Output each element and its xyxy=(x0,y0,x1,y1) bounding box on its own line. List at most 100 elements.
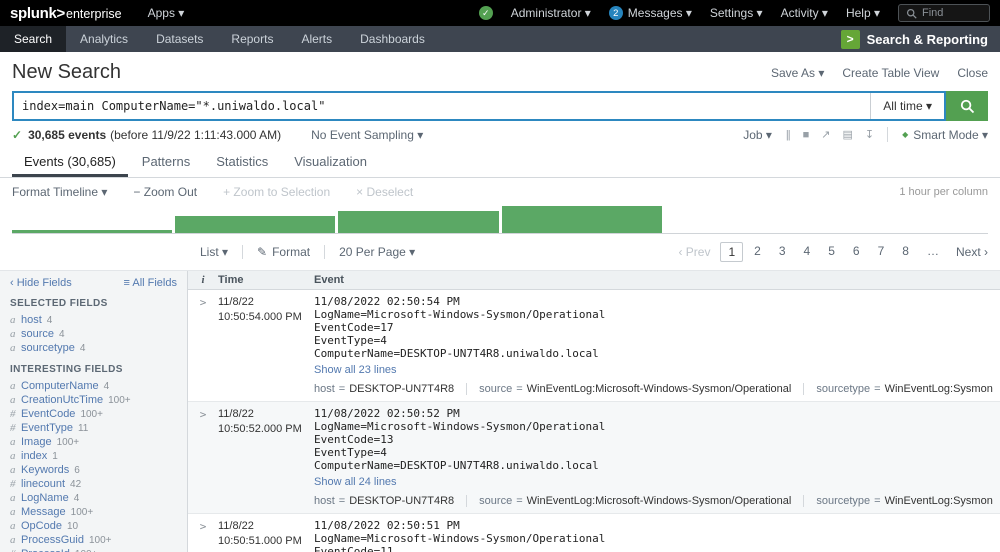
administrator-menu[interactable]: Administrator ▾ xyxy=(511,6,591,20)
event-field-value[interactable]: WinEventLog:Sysmon xyxy=(885,495,993,507)
find-input[interactable] xyxy=(922,7,982,19)
event-field-value[interactable]: DESKTOP-UN7T4R8 xyxy=(349,383,454,395)
page-number-button[interactable]: 1 xyxy=(720,242,743,262)
header-action-link[interactable]: Create Table View xyxy=(842,66,939,80)
field-item[interactable]: a Keywords 6 xyxy=(10,463,177,477)
expand-chevron-icon[interactable]: > xyxy=(188,295,218,395)
field-item[interactable]: a ProcessGuid 100+ xyxy=(10,533,177,547)
expand-chevron-icon[interactable]: > xyxy=(188,407,218,507)
export-icon[interactable]: ↧ xyxy=(865,128,873,141)
field-item[interactable]: a source 4 xyxy=(10,327,177,341)
event-field-key[interactable]: source xyxy=(479,495,512,507)
events-count[interactable]: 30,685 events xyxy=(28,128,106,142)
event-raw-line[interactable]: EventType=4 xyxy=(314,334,990,347)
event-field-key[interactable]: sourcetype xyxy=(816,383,870,395)
zoom-out-button[interactable]: − Zoom Out xyxy=(133,185,197,199)
search-mode-menu[interactable]: ◆ Smart Mode ▾ xyxy=(902,128,988,142)
page-number-button[interactable]: 2 xyxy=(747,242,768,262)
format-menu[interactable]: ✎ Format xyxy=(257,245,310,259)
field-item[interactable]: # linecount 42 xyxy=(10,477,177,491)
timeline-bar[interactable] xyxy=(338,211,498,233)
result-tab[interactable]: Visualization xyxy=(282,147,379,177)
event-field-key[interactable]: host xyxy=(314,495,335,507)
event-raw-line[interactable]: EventCode=11 xyxy=(314,545,990,552)
event-raw-line[interactable]: EventCode=17 xyxy=(314,321,990,334)
page-number-button[interactable]: 6 xyxy=(846,242,867,262)
field-item[interactable]: a host 4 xyxy=(10,313,177,327)
result-tab[interactable]: Patterns xyxy=(130,147,202,177)
event-raw-line[interactable]: LogName=Microsoft-Windows-Sysmon/Operati… xyxy=(314,532,990,545)
stop-icon[interactable]: ■ xyxy=(803,129,809,141)
field-item[interactable]: a sourcetype 4 xyxy=(10,341,177,355)
header-action-link[interactable]: Close xyxy=(957,66,988,80)
field-item[interactable]: a OpCode 10 xyxy=(10,519,177,533)
event-raw-line[interactable]: 11/08/2022 02:50:51 PM xyxy=(314,519,990,532)
app-nav-tab[interactable]: Datasets xyxy=(142,26,217,52)
health-check-icon[interactable]: ✓ xyxy=(479,6,493,20)
result-tab[interactable]: Statistics xyxy=(204,147,280,177)
per-page-menu[interactable]: 20 Per Page ▾ xyxy=(339,245,415,259)
pause-icon[interactable]: || xyxy=(786,129,790,141)
event-raw-line[interactable]: 11/08/2022 02:50:54 PM xyxy=(314,295,990,308)
messages-menu[interactable]: 2 Messages ▾ xyxy=(609,6,692,20)
current-app[interactable]: > Search & Reporting xyxy=(841,26,1000,52)
event-raw-line[interactable]: ComputerName=DESKTOP-UN7T4R8.uniwaldo.lo… xyxy=(314,347,990,360)
settings-menu[interactable]: Settings ▾ xyxy=(710,6,763,20)
event-raw-line[interactable]: LogName=Microsoft-Windows-Sysmon/Operati… xyxy=(314,420,990,433)
show-all-lines-link[interactable]: Show all 23 lines xyxy=(314,364,397,376)
timeline-bar[interactable] xyxy=(175,216,335,233)
event-raw-line[interactable]: EventCode=13 xyxy=(314,433,990,446)
page-number-button[interactable]: … xyxy=(920,242,946,262)
event-sampling-menu[interactable]: No Event Sampling ▾ xyxy=(311,128,423,142)
field-item[interactable]: # EventType 11 xyxy=(10,421,177,435)
field-item[interactable]: a index 1 xyxy=(10,449,177,463)
find-search-box[interactable] xyxy=(898,4,990,22)
event-field-value[interactable]: WinEventLog:Sysmon xyxy=(885,383,993,395)
event-field-value[interactable]: WinEventLog:Microsoft-Windows-Sysmon/Ope… xyxy=(527,495,792,507)
field-item[interactable]: a ComputerName 4 xyxy=(10,379,177,393)
field-item[interactable]: # ProcessId 100+ xyxy=(10,547,177,552)
app-nav-tab[interactable]: Dashboards xyxy=(346,26,439,52)
search-query-input[interactable] xyxy=(14,93,870,119)
field-item[interactable]: a LogName 4 xyxy=(10,491,177,505)
app-nav-tab[interactable]: Analytics xyxy=(66,26,142,52)
event-field-key[interactable]: source xyxy=(479,383,512,395)
event-raw-line[interactable]: EventType=4 xyxy=(314,446,990,459)
search-button[interactable] xyxy=(946,91,988,121)
timeline-bar[interactable] xyxy=(12,230,172,233)
page-number-button[interactable]: 8 xyxy=(895,242,916,262)
app-nav-tab[interactable]: Alerts xyxy=(287,26,346,52)
list-view-menu[interactable]: List ▾ xyxy=(200,245,228,259)
page-number-button[interactable]: 3 xyxy=(772,242,793,262)
timeline-bar[interactable] xyxy=(502,206,662,233)
page-number-button[interactable]: 4 xyxy=(797,242,818,262)
page-number-button[interactable]: 7 xyxy=(871,242,892,262)
help-menu[interactable]: Help ▾ xyxy=(846,6,880,20)
field-item[interactable]: a Image 100+ xyxy=(10,435,177,449)
next-page-button[interactable]: Next › xyxy=(956,245,988,259)
format-timeline-menu[interactable]: Format Timeline ▾ xyxy=(12,185,107,199)
all-fields-link[interactable]: ≡ All Fields xyxy=(124,277,178,289)
print-icon[interactable]: ▤ xyxy=(843,128,852,141)
event-field-key[interactable]: sourcetype xyxy=(816,495,870,507)
show-all-lines-link[interactable]: Show all 24 lines xyxy=(314,476,397,488)
apps-menu[interactable]: Apps ▾ xyxy=(148,6,185,20)
share-icon[interactable]: ↗ xyxy=(821,128,829,141)
app-nav-tab[interactable]: Reports xyxy=(217,26,287,52)
app-nav-tab[interactable]: Search xyxy=(0,26,66,52)
field-item[interactable]: # EventCode 100+ xyxy=(10,407,177,421)
expand-chevron-icon[interactable]: > xyxy=(188,519,218,552)
job-menu[interactable]: Job ▾ xyxy=(743,128,772,142)
event-field-value[interactable]: DESKTOP-UN7T4R8 xyxy=(349,495,454,507)
event-raw-line[interactable]: ComputerName=DESKTOP-UN7T4R8.uniwaldo.lo… xyxy=(314,459,990,472)
result-tab[interactable]: Events (30,685) xyxy=(12,147,128,177)
header-action-link[interactable]: Save As ▾ xyxy=(771,66,824,80)
activity-menu[interactable]: Activity ▾ xyxy=(781,6,828,20)
event-raw-line[interactable]: LogName=Microsoft-Windows-Sysmon/Operati… xyxy=(314,308,990,321)
event-raw-line[interactable]: 11/08/2022 02:50:52 PM xyxy=(314,407,990,420)
page-number-button[interactable]: 5 xyxy=(821,242,842,262)
event-field-value[interactable]: WinEventLog:Microsoft-Windows-Sysmon/Ope… xyxy=(527,383,792,395)
field-item[interactable]: a CreationUtcTime 100+ xyxy=(10,393,177,407)
hide-fields-link[interactable]: ‹ Hide Fields xyxy=(10,277,72,289)
time-range-picker[interactable]: All time ▾ xyxy=(870,93,944,119)
